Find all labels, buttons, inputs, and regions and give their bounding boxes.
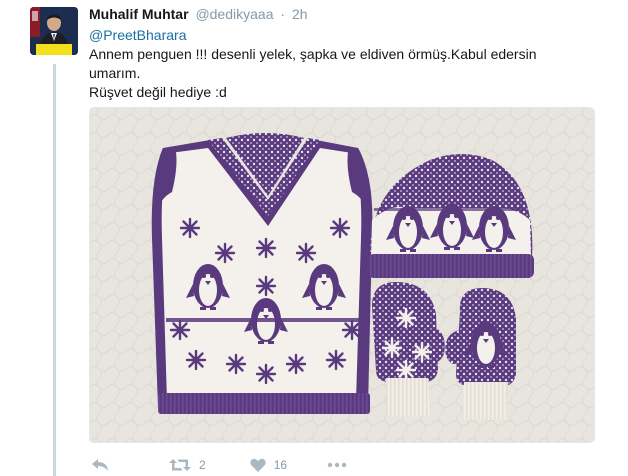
tweet-text-line: umarım. (89, 65, 141, 81)
tweet-text: Annem penguen !!! desenli yelek, şapka v… (89, 45, 569, 102)
heart-icon (249, 458, 266, 472)
knitwear-photo (90, 108, 594, 442)
more-dots-icon (327, 462, 347, 468)
conversation-thread-line (53, 64, 56, 476)
retweet-button[interactable]: 2 (169, 458, 206, 472)
tweet-timestamp[interactable]: 2h (292, 6, 308, 22)
tweet-action-bar: 2 16 (91, 456, 347, 474)
tweet-text-line: Annem penguen !!! desenli yelek, şapka v… (89, 46, 537, 62)
reply-mention-link[interactable]: @PreetBharara (89, 26, 609, 44)
tweet-media-photo[interactable] (89, 107, 595, 443)
knitted-vest (151, 133, 373, 414)
reply-button[interactable] (91, 458, 109, 472)
more-button[interactable] (327, 462, 347, 468)
like-count: 16 (273, 458, 288, 472)
author-handle[interactable]: @dedikyaaa (195, 6, 273, 22)
retweet-icon (169, 459, 191, 471)
retweet-count: 2 (199, 458, 206, 472)
header-separator: · (280, 6, 286, 22)
tweet-header: Muhalif Muhtar @dedikyaaa · 2h (89, 5, 609, 23)
like-button[interactable]: 16 (249, 458, 288, 472)
tweet-text-line: Rüşvet değil hediye :d (89, 84, 227, 100)
author-name[interactable]: Muhalif Muhtar (89, 6, 189, 22)
reply-icon (92, 459, 108, 471)
author-avatar[interactable] (30, 7, 78, 55)
avatar-image (30, 7, 78, 55)
